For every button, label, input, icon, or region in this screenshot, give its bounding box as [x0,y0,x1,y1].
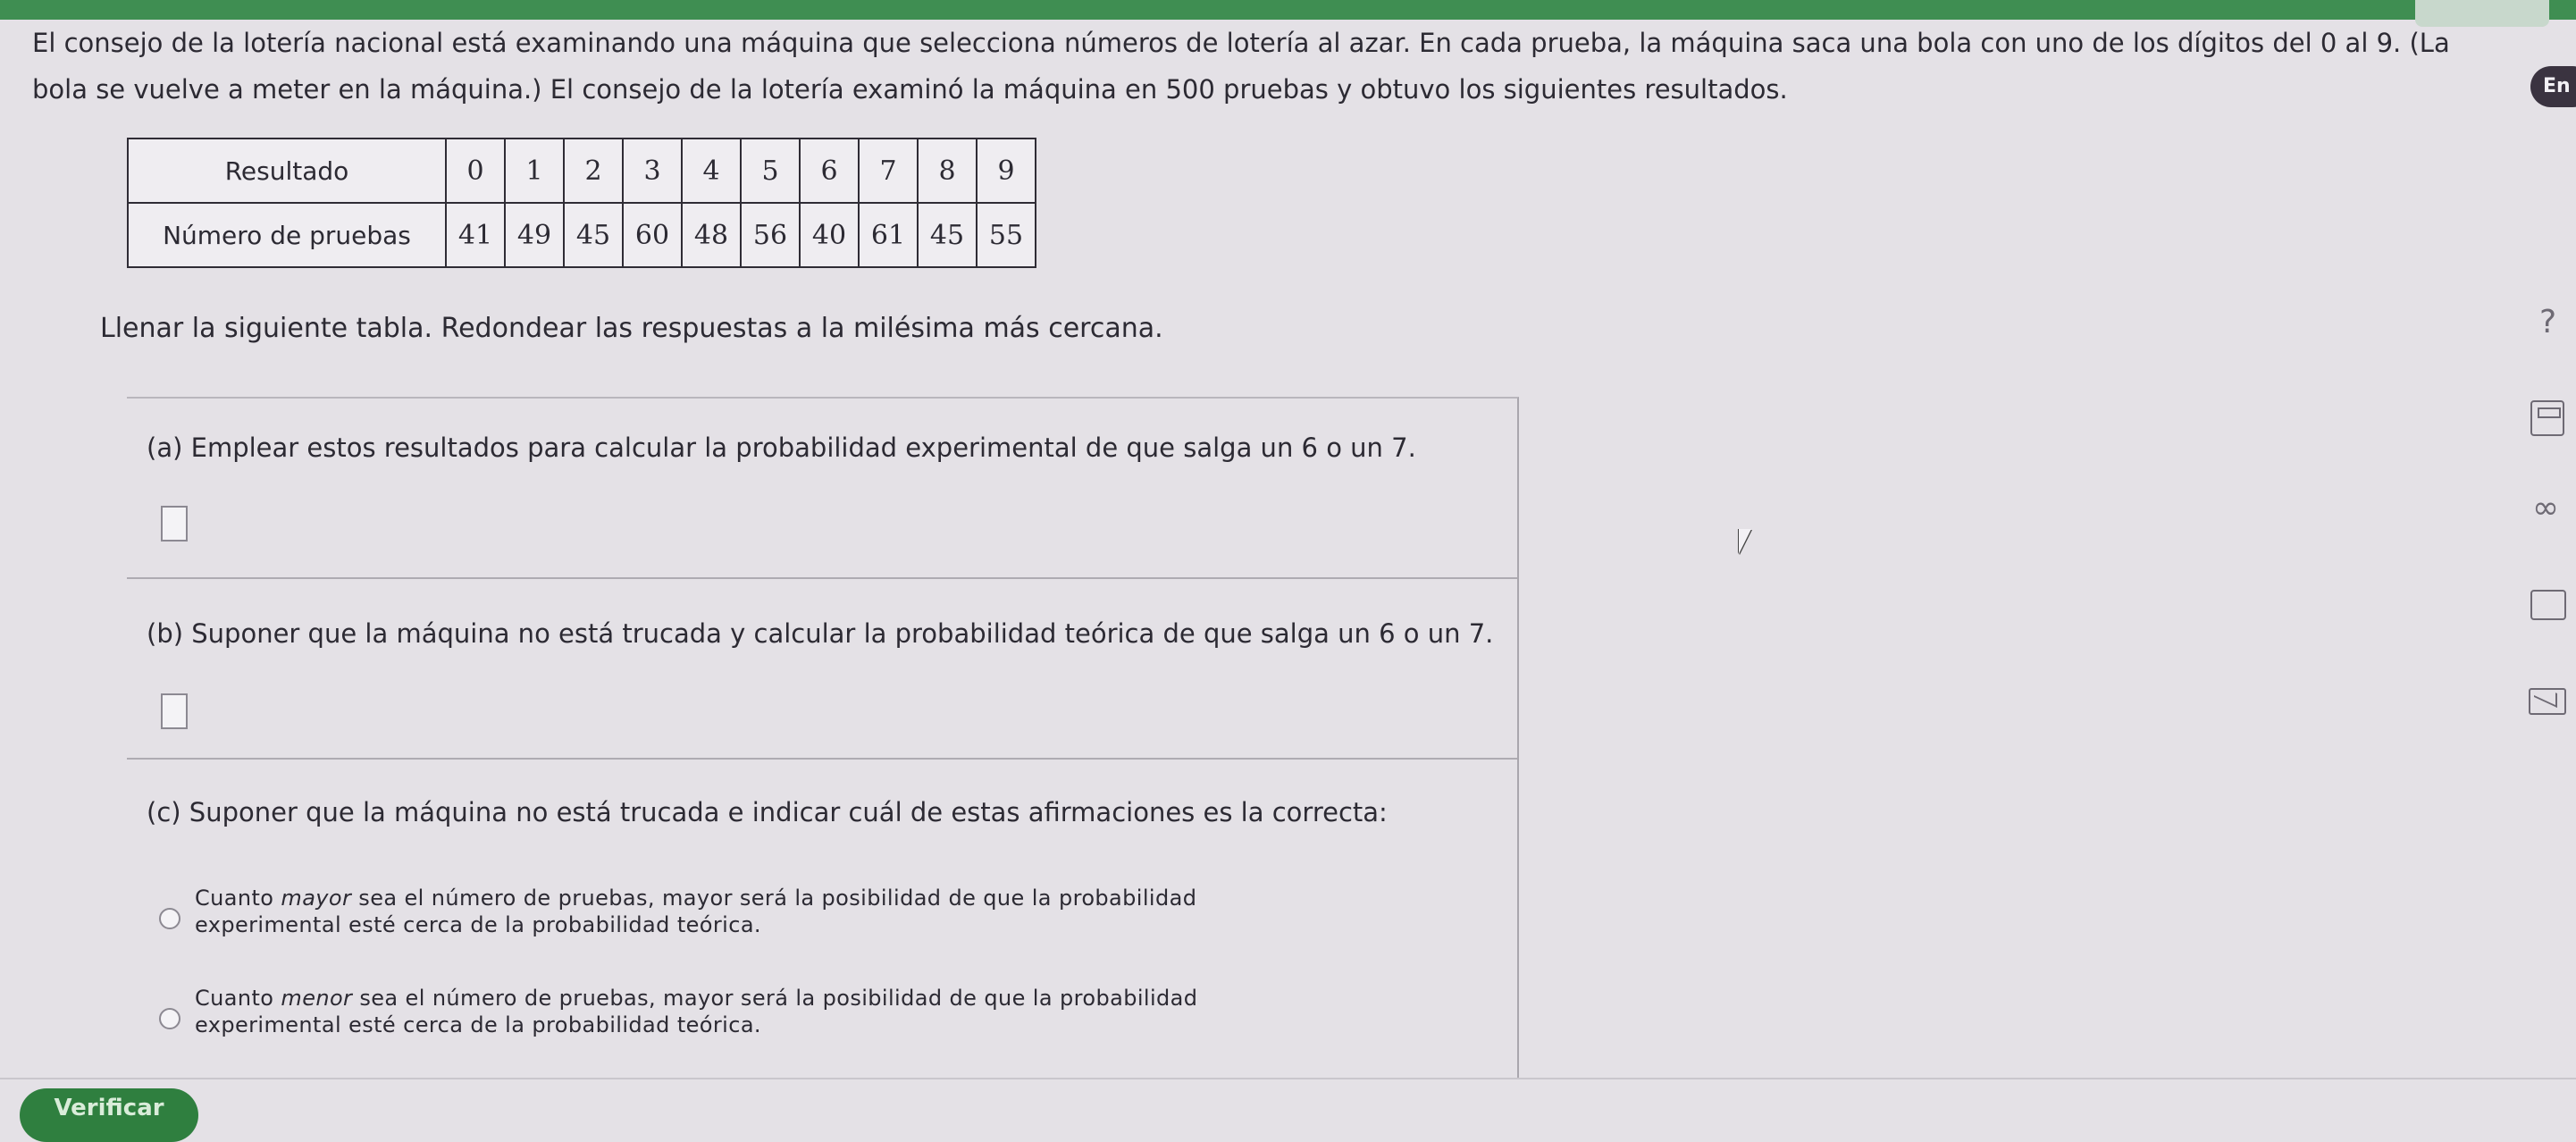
outcome-cell: 5 [740,138,801,204]
option-menor[interactable]: Cuanto menor sea el número de pruebas, m… [159,985,1481,1056]
radio-button[interactable] [159,1008,180,1029]
verify-button[interactable]: Verificar [20,1088,198,1142]
instruction-text: Llenar la siguiente tabla. Redondear las… [100,313,1163,344]
outcome-cell: 8 [917,138,978,204]
outcome-cell: 1 [504,138,565,204]
count-cell: 48 [681,202,742,268]
count-cell: 55 [976,202,1036,268]
outcome-cell: 3 [622,138,683,204]
table-row: Resultado 0 1 2 3 4 5 6 7 8 9 [127,138,1036,204]
count-cell: 40 [799,202,860,268]
question-b-section: (b) Suponer que la máquina no está truca… [127,579,1517,760]
outcome-cell: 0 [445,138,506,204]
mouse-cursor-icon [1739,529,1751,554]
language-toggle[interactable]: En [2530,66,2576,107]
row-label-outcome: Resultado [127,138,447,204]
radio-button[interactable] [159,908,180,929]
outcome-cell: 7 [858,138,919,204]
option-mayor[interactable]: Cuanto mayor sea el número de pruebas, m… [159,885,1481,956]
outcome-cell: 4 [681,138,742,204]
count-cell: 45 [563,202,624,268]
calculator-icon[interactable] [2530,400,2564,436]
count-cell: 56 [740,202,801,268]
question-a-text: (a) Emplear estos resultados para calcul… [147,432,1416,463]
mail-icon[interactable] [2529,688,2566,715]
question-b-text: (b) Suponer que la máquina no está truca… [147,618,1494,649]
results-table: Resultado 0 1 2 3 4 5 6 7 8 9 Número de … [127,138,1036,268]
question-a-section: (a) Emplear estos resultados para calcul… [127,399,1517,579]
infinity-icon[interactable]: ∞ [2532,490,2559,526]
outcome-cell: 6 [799,138,860,204]
question-c-text: (c) Suponer que la máquina no está truca… [147,797,1388,827]
count-cell: 41 [445,202,506,268]
footer-divider [0,1078,2576,1079]
top-bar [0,0,2576,27]
problem-statement: El consejo de la lotería nacional está e… [32,28,2450,105]
table-row: Número de pruebas 41 49 45 60 48 56 40 6… [127,202,1036,268]
count-cell: 45 [917,202,978,268]
count-cell: 49 [504,202,565,268]
question-c-section: (c) Suponer que la máquina no está truca… [127,760,1517,1078]
count-cell: 61 [858,202,919,268]
help-icon[interactable]: ? [2539,304,2556,340]
option-label: Cuanto mayor sea el número de pruebas, m… [195,886,1197,937]
option-label: Cuanto menor sea el número de pruebas, m… [195,986,1198,1037]
count-cell: 60 [622,202,683,268]
ebook-icon[interactable] [2530,590,2566,620]
question-a-answer-input[interactable] [161,506,188,542]
question-b-answer-input[interactable] [161,693,188,729]
row-label-trials: Número de pruebas [127,202,447,268]
outcome-cell: 2 [563,138,624,204]
outcome-cell: 9 [976,138,1036,204]
answer-panel: (a) Emplear estos resultados para calcul… [127,397,1519,1078]
